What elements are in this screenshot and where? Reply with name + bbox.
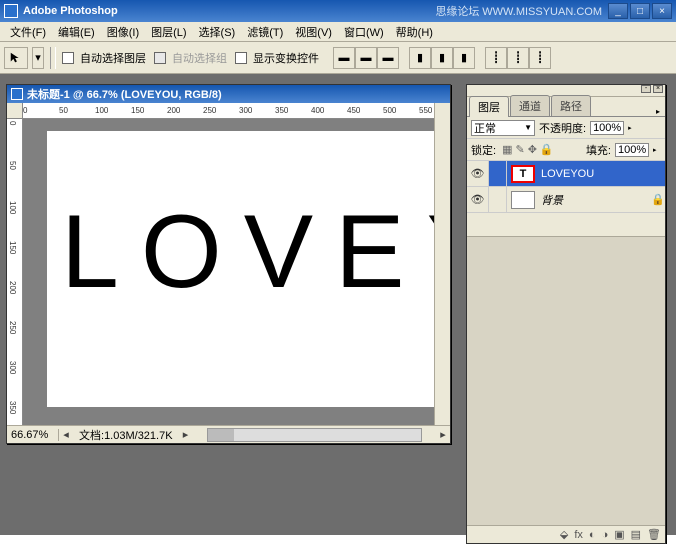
lock-pixels-icon[interactable]: ✎ bbox=[515, 143, 524, 156]
align-group-2: ▮ ▮ ▮ bbox=[409, 47, 475, 69]
panel-minimize-button[interactable]: - bbox=[641, 85, 651, 93]
layer-name[interactable]: LOVEYOU bbox=[539, 168, 665, 180]
menubar: 文件(F) 编辑(E) 图像(I) 图层(L) 选择(S) 滤镜(T) 视图(V… bbox=[0, 22, 676, 42]
menu-edit[interactable]: 编辑(E) bbox=[52, 22, 101, 42]
fill-label: 填充: bbox=[586, 142, 611, 158]
ruler-corner bbox=[7, 103, 23, 119]
tab-layers[interactable]: 图层 bbox=[469, 96, 509, 117]
document-titlebar[interactable]: 未标题-1 @ 66.7% (LOVEYOU, RGB/8) bbox=[7, 85, 450, 103]
menu-window[interactable]: 窗口(W) bbox=[338, 22, 390, 42]
document-title: 未标题-1 @ 66.7% (LOVEYOU, RGB/8) bbox=[27, 86, 222, 102]
maximize-button[interactable]: □ bbox=[630, 3, 650, 19]
opacity-label: 不透明度: bbox=[539, 120, 586, 136]
docsize-readout[interactable]: 文档:1.03M/321.7K bbox=[73, 427, 179, 443]
align-hcenter-button[interactable]: ▮ bbox=[431, 47, 453, 69]
opacity-slider-arrow[interactable]: ▸ bbox=[628, 124, 636, 132]
layer-row-background[interactable]: 👁 背景 🔒 bbox=[467, 187, 665, 213]
panel-tabs: 图层 通道 路径 ▸ bbox=[467, 97, 665, 117]
scrollbar-vertical[interactable] bbox=[434, 103, 450, 425]
opacity-field[interactable]: 100% bbox=[590, 121, 624, 135]
titlebar: Adobe Photoshop 思缘论坛 WWW.MISSYUAN.COM _ … bbox=[0, 0, 676, 22]
scrollbar-horizontal[interactable] bbox=[207, 428, 422, 442]
panel-empty-area bbox=[467, 237, 665, 531]
blend-mode-select[interactable]: 正常▼ bbox=[471, 120, 535, 136]
close-button[interactable]: × bbox=[652, 3, 672, 19]
app-title: Adobe Photoshop bbox=[23, 5, 118, 17]
menu-filter[interactable]: 滤镜(T) bbox=[241, 22, 289, 42]
show-transform-checkbox[interactable] bbox=[235, 52, 247, 64]
canvas-viewport[interactable]: LOVEY bbox=[23, 119, 434, 425]
distribute-vcenter-button[interactable]: ┋ bbox=[507, 47, 529, 69]
lock-position-icon[interactable]: ✥ bbox=[528, 143, 537, 156]
link-column[interactable] bbox=[489, 187, 507, 212]
distribute-bottom-button[interactable]: ┋ bbox=[529, 47, 551, 69]
layer-list: 👁 T LOVEYOU 👁 背景 🔒 bbox=[467, 161, 665, 237]
menu-layer[interactable]: 图层(L) bbox=[145, 22, 192, 42]
layer-thumb-text[interactable]: T bbox=[511, 165, 535, 183]
link-column[interactable] bbox=[489, 161, 507, 186]
document-icon bbox=[11, 88, 23, 100]
minimize-button[interactable]: _ bbox=[608, 3, 628, 19]
distribute-group-1: ┋ ┋ ┋ bbox=[485, 47, 551, 69]
align-vcenter-button[interactable]: ▬ bbox=[355, 47, 377, 69]
menu-help[interactable]: 帮助(H) bbox=[390, 22, 439, 42]
align-group-1: ▬ ▬ ▬ bbox=[333, 47, 399, 69]
visibility-toggle[interactable]: 👁 bbox=[467, 187, 489, 212]
panel-close-button[interactable]: × bbox=[653, 85, 663, 93]
canvas[interactable]: LOVEY bbox=[47, 131, 434, 407]
layer-name[interactable]: 背景 bbox=[539, 192, 651, 208]
app-icon bbox=[4, 4, 18, 18]
fill-field[interactable]: 100% bbox=[615, 143, 649, 157]
blend-row: 正常▼ 不透明度: 100% ▸ bbox=[467, 117, 665, 139]
layer-thumb-bg[interactable] bbox=[511, 191, 535, 209]
menu-file[interactable]: 文件(F) bbox=[4, 22, 52, 42]
distribute-top-button[interactable]: ┋ bbox=[485, 47, 507, 69]
workarea: 未标题-1 @ 66.7% (LOVEYOU, RGB/8) 050100150… bbox=[0, 74, 676, 535]
watermark: 思缘论坛 WWW.MISSYUAN.COM bbox=[118, 3, 602, 19]
auto-select-layer-checkbox[interactable] bbox=[62, 52, 74, 64]
tool-preset-dropdown[interactable]: ▾ bbox=[32, 47, 44, 69]
align-right-button[interactable]: ▮ bbox=[453, 47, 475, 69]
lock-label: 锁定: bbox=[471, 142, 496, 158]
auto-select-group-checkbox bbox=[154, 52, 166, 64]
align-bottom-button[interactable]: ▬ bbox=[377, 47, 399, 69]
lock-transparent-icon[interactable]: ▦ bbox=[502, 143, 512, 156]
show-transform-label: 显示变换控件 bbox=[253, 50, 319, 66]
document-statusbar: 66.67% ◂ 文档:1.03M/321.7K ▸ ▸ bbox=[7, 425, 450, 443]
status-menu-arrow[interactable]: ▸ bbox=[179, 428, 193, 441]
ruler-horizontal[interactable]: 050100150200250300350400450500550 bbox=[23, 103, 434, 119]
move-tool-icon[interactable] bbox=[4, 47, 28, 69]
lock-icon: 🔒 bbox=[651, 193, 665, 206]
panel-menu-button[interactable]: ▸ bbox=[651, 107, 665, 116]
visibility-toggle[interactable]: 👁 bbox=[467, 161, 489, 186]
tab-paths[interactable]: 路径 bbox=[551, 95, 591, 116]
canvas-text-loveyou[interactable]: LOVEY bbox=[47, 193, 434, 312]
menu-view[interactable]: 视图(V) bbox=[289, 22, 338, 42]
document-window[interactable]: 未标题-1 @ 66.7% (LOVEYOU, RGB/8) 050100150… bbox=[6, 84, 451, 444]
panel-footer: ⬙ fx ◐ ◑ ▣ ▤ 🗑 bbox=[467, 525, 665, 543]
menu-image[interactable]: 图像(I) bbox=[101, 22, 145, 42]
options-bar: ▾ 自动选择图层 自动选择组 显示变换控件 ▬ ▬ ▬ ▮ ▮ ▮ ┋ ┋ ┋ bbox=[0, 42, 676, 74]
auto-select-group-label: 自动选择组 bbox=[172, 50, 227, 66]
align-left-button[interactable]: ▮ bbox=[409, 47, 431, 69]
align-top-button[interactable]: ▬ bbox=[333, 47, 355, 69]
layer-row-loveyou[interactable]: 👁 T LOVEYOU bbox=[467, 161, 665, 187]
menu-select[interactable]: 选择(S) bbox=[193, 22, 242, 42]
lock-row: 锁定: ▦ ✎ ✥ 🔒 填充: 100% ▸ bbox=[467, 139, 665, 161]
layers-panel[interactable]: - × 图层 通道 路径 ▸ 正常▼ 不透明度: 100% ▸ 锁定: ▦ ✎ … bbox=[466, 84, 666, 544]
lock-all-icon[interactable]: 🔒 bbox=[540, 143, 554, 156]
ruler-vertical[interactable]: 050100150200250300350 bbox=[7, 103, 23, 425]
separator bbox=[50, 47, 56, 69]
zoom-field[interactable]: 66.67% bbox=[7, 429, 59, 441]
status-scroll-right[interactable]: ▸ bbox=[436, 428, 450, 441]
tab-channels[interactable]: 通道 bbox=[510, 95, 550, 116]
status-scroll-left[interactable]: ◂ bbox=[59, 428, 73, 441]
auto-select-layer-label: 自动选择图层 bbox=[80, 50, 146, 66]
fill-slider-arrow[interactable]: ▸ bbox=[653, 146, 661, 154]
